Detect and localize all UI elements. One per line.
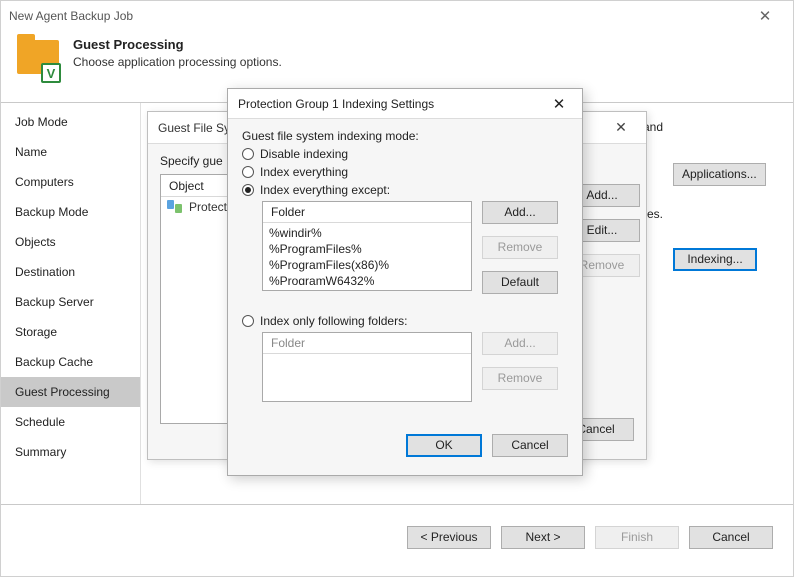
nav-item-destination[interactable]: Destination <box>1 257 140 287</box>
only-remove-button: Remove <box>482 367 558 390</box>
dialog2-footer: OK Cancel <box>406 434 568 463</box>
radio-label: Disable indexing <box>260 147 348 161</box>
except-folders-list[interactable]: Folder %windir% %ProgramFiles% %ProgramF… <box>262 201 472 291</box>
nav-item-computers[interactable]: Computers <box>1 167 140 197</box>
nav-item-backup-cache[interactable]: Backup Cache <box>1 347 140 377</box>
nav-item-summary[interactable]: Summary <box>1 437 140 467</box>
protection-group-icon <box>167 200 183 214</box>
except-add-button[interactable]: Add... <box>482 201 558 224</box>
nav-item-job-mode[interactable]: Job Mode <box>1 107 140 137</box>
window-title: New Agent Backup Job <box>9 9 745 23</box>
radio-label: Index everything <box>260 165 348 179</box>
letter-badge: V <box>41 63 61 83</box>
nav-item-storage[interactable]: Storage <box>1 317 140 347</box>
titlebar: New Agent Backup Job ✕ <box>1 1 793 31</box>
wizard-nav: Job Mode Name Computers Backup Mode Obje… <box>1 103 141 504</box>
dialog2-title: Protection Group 1 Indexing Settings <box>238 97 546 111</box>
only-buttons: Add... Remove <box>482 332 558 402</box>
nav-item-backup-mode[interactable]: Backup Mode <box>1 197 140 227</box>
nav-item-backup-server[interactable]: Backup Server <box>1 287 140 317</box>
except-list-header: Folder <box>263 202 471 223</box>
radio-icon <box>242 166 254 178</box>
only-add-button: Add... <box>482 332 558 355</box>
indexing-mode-label: Guest file system indexing mode: <box>242 129 568 143</box>
dialog2-content: Guest file system indexing mode: Disable… <box>228 119 582 412</box>
page-title: Guest Processing <box>73 37 282 52</box>
except-remove-button: Remove <box>482 236 558 259</box>
radio-icon <box>242 315 254 327</box>
finish-button: Finish <box>595 526 679 549</box>
list-item[interactable]: %ProgramFiles(x86)% <box>269 257 465 273</box>
only-section: Folder Add... Remove <box>262 332 568 402</box>
nav-item-name[interactable]: Name <box>1 137 140 167</box>
applications-button[interactable]: Applications... <box>673 163 766 186</box>
except-section: Folder %windir% %ProgramFiles% %ProgramF… <box>262 201 568 300</box>
radio-index-everything[interactable]: Index everything <box>242 165 568 179</box>
grid-row-label: Protecti <box>189 200 230 214</box>
only-folders-list: Folder <box>262 332 472 402</box>
except-list-body[interactable]: %windir% %ProgramFiles% %ProgramFiles(x8… <box>263 223 471 285</box>
list-item[interactable]: %windir% <box>269 225 465 241</box>
indexing-button[interactable]: Indexing... <box>673 248 757 271</box>
dialog2-close-button[interactable]: ✕ <box>546 95 572 113</box>
radio-icon <box>242 148 254 160</box>
cancel-button[interactable]: Cancel <box>689 526 773 549</box>
radio-index-everything-except[interactable]: Index everything except: <box>242 183 568 197</box>
except-buttons: Add... Remove Default <box>482 201 558 300</box>
only-list-header: Folder <box>263 333 471 354</box>
list-item[interactable]: %ProgramFiles% <box>269 241 465 257</box>
except-default-button[interactable]: Default <box>482 271 558 294</box>
radio-disable-indexing[interactable]: Disable indexing <box>242 147 568 161</box>
only-list-body <box>263 354 471 396</box>
indexing-settings-dialog: Protection Group 1 Indexing Settings ✕ G… <box>227 88 583 476</box>
previous-button[interactable]: < Previous <box>407 526 491 549</box>
nav-item-schedule[interactable]: Schedule <box>1 407 140 437</box>
next-button[interactable]: Next > <box>501 526 585 549</box>
radio-index-only-following[interactable]: Index only following folders: <box>242 314 568 328</box>
ok-button[interactable]: OK <box>406 434 482 457</box>
page-subtitle: Choose application processing options. <box>73 55 282 69</box>
radio-label: Index everything except: <box>260 183 390 197</box>
wizard-footer: < Previous Next > Finish Cancel <box>1 505 793 575</box>
dialog2-titlebar: Protection Group 1 Indexing Settings ✕ <box>228 89 582 119</box>
radio-icon <box>242 184 254 196</box>
dialog1-close-button[interactable]: ✕ <box>606 119 636 136</box>
nav-item-objects[interactable]: Objects <box>1 227 140 257</box>
wizard-step-icon: V <box>17 37 63 83</box>
radio-label: Index only following folders: <box>260 314 407 328</box>
dialog2-cancel-button[interactable]: Cancel <box>492 434 568 457</box>
right-button-column: Applications... Indexing... <box>673 127 773 277</box>
wizard-window: New Agent Backup Job ✕ V Guest Processin… <box>0 0 794 577</box>
window-close-button[interactable]: ✕ <box>745 7 785 25</box>
list-item[interactable]: %ProgramW6432% <box>269 273 465 285</box>
nav-item-guest-processing[interactable]: Guest Processing <box>1 377 140 407</box>
